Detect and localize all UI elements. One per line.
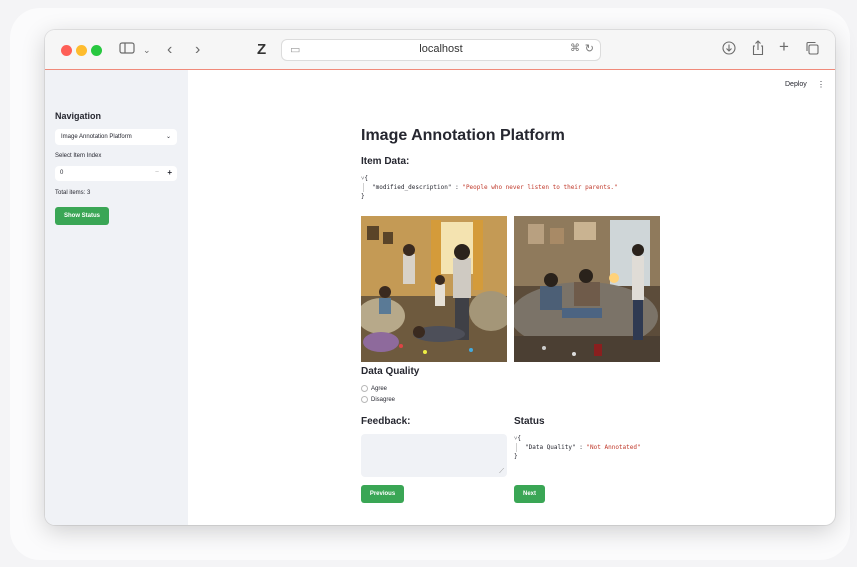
main-menu-icon[interactable]: ⋮ — [817, 80, 825, 89]
previous-button[interactable]: Previous — [361, 485, 404, 503]
page-select[interactable]: Image Annotation Platform ⌄ — [55, 129, 177, 145]
status-json: ˅{ "Data Quality" : "Not Annotated" } — [514, 434, 714, 461]
resize-handle-icon[interactable]: ⟋ — [499, 468, 504, 476]
radio-circle[interactable] — [361, 385, 368, 392]
increment-button[interactable]: + — [167, 168, 172, 177]
collapse-icon[interactable]: ˅ — [361, 175, 364, 182]
item-image-right — [514, 216, 660, 362]
sidebar: Navigation Image Annotation Platform ⌄ S… — [45, 70, 188, 525]
radio-disagree[interactable]: Disagree — [361, 396, 395, 403]
zotero-icon[interactable]: Z — [257, 40, 266, 60]
sidebar-icon[interactable] — [119, 40, 135, 60]
item-data-heading: Item Data: — [361, 156, 410, 167]
close-window-button[interactable] — [61, 45, 72, 56]
index-number-input[interactable]: 0 − + — [55, 166, 177, 181]
download-icon[interactable] — [722, 40, 736, 60]
page-select-value: Image Annotation Platform — [61, 134, 132, 140]
address-bar[interactable]: ▭ localhost ⌘ ↻ — [281, 39, 601, 61]
item-image-left — [361, 216, 507, 362]
collapse-icon[interactable]: ˅ — [514, 435, 517, 442]
chevron-down-icon[interactable]: ⌄ — [143, 40, 151, 60]
index-label: Select Item Index — [55, 153, 102, 159]
decrement-button[interactable]: − — [155, 169, 159, 176]
json-key: "modified_description" — [372, 184, 452, 191]
radio-disagree-label: Disagree — [371, 397, 396, 404]
maximize-window-button[interactable] — [91, 45, 102, 56]
status-heading: Status — [514, 416, 545, 427]
chevron-down-icon: ⌄ — [165, 134, 171, 140]
deploy-button[interactable]: Deploy — [785, 81, 807, 88]
back-icon[interactable]: ‹ — [167, 40, 172, 60]
show-status-button[interactable]: Show Status — [55, 207, 109, 225]
json-key: "Data Quality" — [525, 444, 576, 451]
total-items-text: Total items: 3 — [55, 190, 91, 196]
item-data-json: ˅{ "modified_description" : "People who … — [361, 174, 661, 201]
next-button[interactable]: Next — [514, 485, 545, 503]
share-icon[interactable] — [751, 40, 765, 61]
radio-agree-label: Agree — [371, 386, 388, 393]
radio-agree[interactable]: Agree — [361, 385, 387, 392]
browser-window: ⌄ ‹ › Z ▭ localhost ⌘ ↻ + Navigation Ima… — [45, 30, 835, 525]
translate-icon[interactable]: ⌘ — [570, 43, 580, 54]
data-quality-heading: Data Quality — [361, 366, 420, 377]
browser-toolbar: ⌄ ‹ › Z ▭ localhost ⌘ ↻ + — [45, 30, 835, 70]
json-value: "Not Annotated" — [586, 444, 641, 451]
url-text: localhost — [419, 43, 463, 55]
new-tab-icon[interactable]: + — [779, 37, 789, 57]
sidebar-title: Navigation — [55, 111, 102, 121]
feedback-heading: Feedback: — [361, 416, 411, 427]
reload-icon[interactable]: ↻ — [585, 42, 594, 55]
json-value: "People who never listen to their parent… — [462, 184, 618, 191]
minimize-window-button[interactable] — [76, 45, 87, 56]
feedback-textarea[interactable]: ⟋ — [361, 434, 507, 477]
page-title: Image Annotation Platform — [361, 127, 565, 144]
forward-icon[interactable]: › — [195, 40, 200, 60]
tabs-icon[interactable] — [805, 40, 819, 60]
radio-circle[interactable] — [361, 396, 368, 403]
index-value: 0 — [60, 170, 64, 176]
